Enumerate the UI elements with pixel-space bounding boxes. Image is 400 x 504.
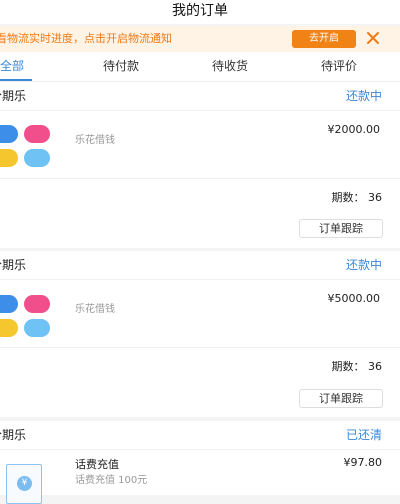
product-price: ¥5000.00 [327, 292, 381, 305]
product-name: 乐花借钱 [75, 304, 115, 315]
order-header[interactable]: 分期乐 还款中 [0, 251, 400, 279]
tab-pending-review[interactable]: 待评价 [321, 52, 357, 82]
order-status: 还款中 [345, 258, 382, 272]
tab-pending-receipt[interactable]: 待收货 [212, 52, 248, 82]
installment-periods: 期数： 36 [331, 360, 383, 373]
order-tracking-button[interactable]: 订单跟踪 [299, 219, 383, 238]
order-status: 还款中 [345, 89, 382, 103]
order-status: 已还清 [345, 428, 382, 442]
product-name: 乐花借钱 [75, 135, 115, 146]
close-icon[interactable] [365, 29, 381, 47]
order-info: 期数： 36 订单跟踪 [0, 347, 400, 417]
tab-label: 待付款 [103, 59, 140, 73]
tab-label: 待收货 [212, 59, 249, 73]
order-header[interactable]: 分期乐 还款中 [0, 82, 400, 110]
yuan-coin-icon: ¥ [17, 476, 32, 491]
order-header[interactable]: 分期乐 已还清 [0, 421, 400, 449]
order-product[interactable]: 乐花借钱 ¥2000.00 [0, 110, 400, 178]
lehua-logo-icon [0, 295, 54, 339]
tab-label: 全部 [0, 59, 25, 73]
order-product[interactable]: ¥ 话费充值 话费充值 100元 ¥97.80 [0, 449, 400, 504]
order-tracking-button[interactable]: 订单跟踪 [299, 389, 383, 408]
tab-all[interactable]: 全部 [0, 52, 32, 82]
merchant-name: 分期乐 [0, 89, 27, 103]
product-price: ¥97.80 [343, 456, 383, 469]
product-price: ¥2000.00 [327, 123, 381, 136]
logistics-notice-bar: 看物流实时进度，点击开启物流通知 去开启 [0, 26, 400, 52]
enable-notification-button[interactable]: 去开启 [292, 30, 356, 48]
merchant-name: 分期乐 [0, 428, 27, 442]
merchant-name: 分期乐 [0, 258, 27, 272]
phone-recharge-icon: ¥ [6, 464, 42, 504]
lehua-logo-icon [0, 125, 54, 169]
product-name: 话费充值 [75, 458, 119, 471]
tab-label: 待评价 [321, 59, 358, 73]
notice-text: 看物流实时进度，点击开启物流通知 [0, 32, 172, 45]
tab-pending-payment[interactable]: 待付款 [103, 52, 139, 82]
order-info: 期数： 36 订单跟踪 [0, 178, 400, 248]
installment-periods: 期数： 36 [331, 191, 383, 204]
page-title: 我的订单 [0, 0, 400, 24]
active-tab-indicator [0, 79, 32, 81]
order-tabs: 全部 待付款 待收货 待评价 [0, 52, 400, 82]
product-description: 话费充值 100元 [75, 475, 148, 486]
order-product[interactable]: 乐花借钱 ¥5000.00 [0, 279, 400, 347]
